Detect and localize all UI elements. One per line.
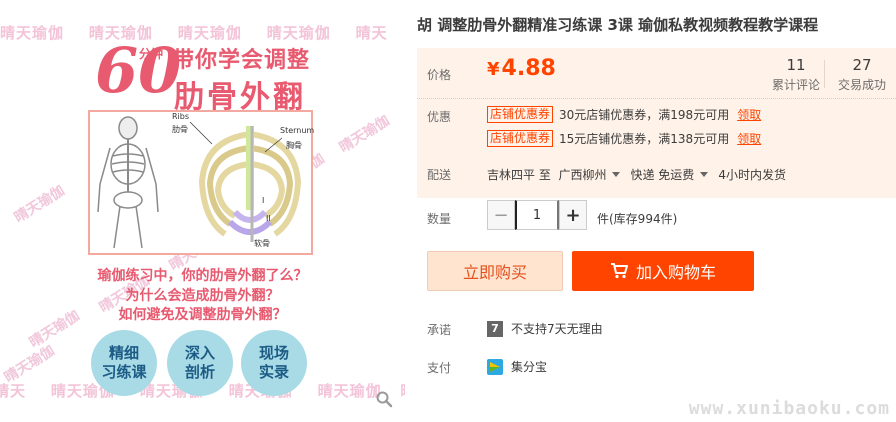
promo-label: 优惠 [427, 110, 452, 124]
caret-down-icon[interactable] [700, 172, 709, 177]
coupon-text: 30元店铺优惠券，满198元可用 [559, 108, 730, 122]
sales-label: 交易成功 [837, 78, 886, 92]
quantity-stepper: − + [487, 200, 587, 230]
watermark-row-top: 晴天瑜伽 晴天瑜伽 晴天瑜伽 晴天瑜伽 晴天 [0, 24, 388, 42]
label-cartilage: 软骨 [254, 239, 270, 248]
coupon-text: 15元店铺优惠券，满138元可用 [559, 132, 730, 146]
label-roman-two: II [266, 214, 271, 223]
product-info-panel: 胡 调整肋骨外翻精准习练课 3课 瑜伽私教视频教程教学课程 价格 ¥4.88 1… [417, 0, 896, 422]
stat-divider [824, 60, 825, 88]
label-sternum: Sternum [280, 126, 315, 135]
price-value: 4.88 [501, 56, 556, 81]
coupon-row-2: 店铺优惠券 15元店铺优惠券，满138元可用 领取 [487, 130, 761, 147]
ribcage-illustration: Ribs 肋骨 Sternum 胸骨 软骨 I II [88, 110, 315, 255]
coupon-row-1: 店铺优惠券 30元店铺优惠券，满198元可用 领取 [487, 106, 761, 123]
price-symbol: ¥ [487, 59, 500, 80]
poster-question-1: 瑜伽练习中，你的肋骨外翻了么？ [97, 268, 308, 284]
coupon-claim-link[interactable]: 领取 [737, 106, 761, 123]
promise-7-icon: 7 [487, 320, 503, 337]
watermark-diagonal-1: 晴天瑜伽 [11, 182, 68, 227]
promise-label: 承诺 [427, 323, 452, 337]
promise-text[interactable]: 不支持7天无理由 [511, 320, 603, 337]
feature-circle-analysis: 深入 剖析 [167, 330, 233, 396]
caret-down-icon[interactable] [612, 172, 621, 177]
sales-stat: 27 交易成功 [833, 56, 891, 93]
label-ribs: Ribs [172, 112, 190, 121]
quantity-decrease-button[interactable]: − [487, 200, 515, 230]
ship-method-select[interactable]: 快递 免运费 [630, 166, 694, 183]
stock-text: 件(库存994件) [597, 212, 678, 226]
reviews-label: 累计评论 [771, 78, 820, 92]
label-ribs-cn: 肋骨 [172, 125, 188, 134]
buy-now-button[interactable]: 立即购买 [427, 251, 563, 291]
price: ¥4.88 [487, 56, 556, 81]
reviews-stat[interactable]: 11 累计评论 [767, 56, 825, 93]
product-main-image[interactable]: 晴天瑜伽 晴天瑜伽 晴天瑜伽 晴天瑜伽 晴天 晴天 晴天瑜伽 晴天瑜伽 晴天瑜伽… [0, 0, 405, 422]
product-title: 胡 调整肋骨外翻精准习练课 3课 瑜伽私教视频教程教学课程 [417, 16, 819, 34]
skeleton-graphic [97, 116, 302, 249]
coupon-tag: 店铺优惠券 [487, 130, 554, 147]
jifenbao-icon [487, 358, 503, 375]
quantity-increase-button[interactable]: + [559, 200, 587, 230]
add-to-cart-button[interactable]: 加入购物车 [572, 251, 754, 291]
ship-from: 吉林四平 至 [487, 168, 551, 182]
magnifier-icon[interactable] [375, 390, 393, 408]
reviews-count: 11 [786, 56, 806, 74]
coupon-tag: 店铺优惠券 [487, 106, 554, 123]
promise-row: 7 不支持7天无理由 [487, 320, 603, 337]
quantity-label: 数量 [427, 212, 452, 226]
sales-count: 27 [852, 56, 872, 74]
ship-time: 4小时内发货 [718, 168, 786, 182]
ship-to-select[interactable]: 广西柳州 [558, 166, 606, 183]
payment-row: 集分宝 [487, 358, 547, 375]
label-roman-one: I [262, 196, 265, 205]
payment-label: 支付 [427, 361, 452, 375]
shipping-label: 配送 [427, 168, 452, 182]
price-divider [417, 98, 896, 99]
poster-question-3: 如何避免及调整肋骨外翻？ [118, 307, 287, 323]
coupon-claim-link[interactable]: 领取 [737, 130, 761, 147]
add-to-cart-label: 加入购物车 [635, 263, 716, 282]
poster-question-2: 为什么会造成肋骨外翻？ [125, 288, 280, 304]
price-label: 价格 [427, 68, 452, 82]
payment-text[interactable]: 集分宝 [511, 358, 547, 375]
cart-icon [610, 263, 628, 279]
poster-minutes: 分钟 [139, 47, 164, 61]
quantity-input[interactable] [515, 200, 559, 230]
label-sternum-cn: 胸骨 [286, 141, 302, 150]
watermark-diagonal-6: 晴天瑜伽 [336, 112, 393, 157]
buy-now-label: 立即购买 [462, 263, 527, 282]
poster-headline-1: 带你学会调整 [172, 47, 311, 73]
feature-circle-live: 现场 实录 [241, 330, 307, 396]
feature-circle-practice: 精细 习练课 [91, 330, 157, 396]
site-watermark: www.xunibaoku.com [688, 398, 890, 419]
